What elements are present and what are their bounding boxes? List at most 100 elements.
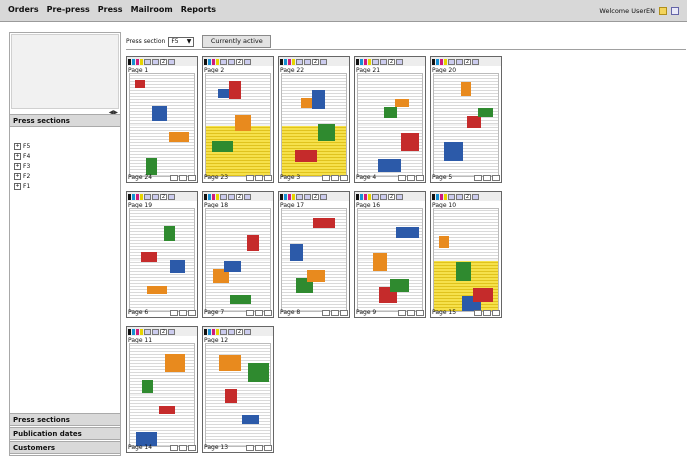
info-icon[interactable] (144, 328, 151, 335)
menu-press[interactable]: Press (98, 5, 123, 14)
expand-icon[interactable]: + (14, 182, 21, 190)
page-thumbnail[interactable] (433, 73, 499, 177)
color-icon[interactable] (228, 58, 235, 65)
page-thumbnail[interactable] (205, 208, 271, 312)
status-box (483, 175, 491, 181)
page-card[interactable]: 2 Page 18 Page 7 (202, 191, 274, 318)
color-icon[interactable] (304, 193, 311, 200)
tree-item-f3[interactable]: + F3 (14, 161, 30, 171)
approve-icon[interactable] (472, 193, 479, 200)
approve-icon[interactable] (244, 328, 251, 335)
cyan-plate-icon (360, 58, 363, 65)
thumbnail-image-block (170, 260, 185, 273)
publication-dates-header[interactable]: Publication dates (10, 427, 120, 440)
black-plate-icon (280, 193, 283, 200)
color-icon[interactable] (456, 193, 463, 200)
status-boxes (322, 175, 348, 181)
press-sections-footer[interactable]: Press sections (10, 413, 120, 426)
page-card[interactable]: 2 Page 17 Page 8 (278, 191, 350, 318)
thumbnail-top-half (206, 209, 270, 259)
magenta-plate-icon (212, 58, 215, 65)
page-thumbnail[interactable] (357, 208, 423, 312)
approve-icon[interactable] (168, 328, 175, 335)
expand-icon[interactable]: + (14, 162, 21, 170)
menu-prepress[interactable]: Pre-press (47, 5, 90, 14)
approve-icon[interactable] (244, 193, 251, 200)
color-icon[interactable] (456, 58, 463, 65)
color-icon[interactable] (152, 58, 159, 65)
status-boxes (246, 310, 272, 316)
info-icon[interactable] (144, 58, 151, 65)
status-box (188, 310, 196, 316)
page-card[interactable]: 2 Page 22 Page 3 (278, 56, 350, 183)
info-icon[interactable] (448, 193, 455, 200)
page-card[interactable]: 2 Page 11 Page 14 (126, 326, 198, 453)
expand-icon[interactable]: + (14, 172, 21, 180)
color-icon[interactable] (380, 193, 387, 200)
color-icon[interactable] (228, 193, 235, 200)
info-icon[interactable] (220, 58, 227, 65)
tree-item-f4[interactable]: + F4 (14, 151, 30, 161)
color-icon[interactable] (228, 328, 235, 335)
page-thumbnail[interactable] (433, 208, 499, 312)
page-thumbnail[interactable] (129, 208, 195, 312)
approve-icon[interactable] (168, 58, 175, 65)
approve-icon[interactable] (244, 58, 251, 65)
approve-icon[interactable] (320, 58, 327, 65)
page-label-bottom: Page 14 (128, 444, 153, 451)
page-card[interactable]: 2 Page 1 Page 24 (126, 56, 198, 183)
info-icon[interactable] (296, 193, 303, 200)
status-box (474, 175, 482, 181)
page-thumbnail[interactable] (281, 73, 347, 177)
expand-icon[interactable]: + (14, 142, 21, 150)
color-icon[interactable] (304, 58, 311, 65)
status-box (474, 310, 482, 316)
tree-item-f5[interactable]: + F5 (14, 141, 30, 151)
page-thumbnail[interactable] (357, 73, 423, 177)
black-plate-icon (204, 193, 207, 200)
approve-icon[interactable] (472, 58, 479, 65)
status-boxes (322, 310, 348, 316)
menu-reports[interactable]: Reports (181, 5, 216, 14)
menu-mailroom[interactable]: Mailroom (131, 5, 173, 14)
tree-item-f2[interactable]: + F2 (14, 171, 30, 181)
page-thumbnail[interactable] (129, 343, 195, 447)
page-thumbnail[interactable] (205, 73, 271, 177)
approve-icon[interactable] (168, 193, 175, 200)
press-sections-header[interactable]: Press sections (10, 114, 120, 127)
page-thumbnail[interactable] (281, 208, 347, 312)
press-section-select[interactable]: F5 ▼ (168, 36, 195, 47)
page-thumbnail[interactable] (129, 73, 195, 177)
color-icon[interactable] (380, 58, 387, 65)
page-thumbnail[interactable] (205, 343, 271, 447)
page-card[interactable]: 2 Page 16 Page 9 (354, 191, 426, 318)
info-icon[interactable] (372, 58, 379, 65)
page-card[interactable]: 2 Page 21 Page 4 (354, 56, 426, 183)
expand-icon[interactable]: + (14, 152, 21, 160)
page-card[interactable]: 2 Page 10 Page 15 (430, 191, 502, 318)
copy-count: 2 (236, 58, 243, 65)
approve-icon[interactable] (320, 193, 327, 200)
approve-icon[interactable] (396, 58, 403, 65)
info-icon[interactable] (296, 58, 303, 65)
page-card[interactable]: 2 Page 2 Page 23 (202, 56, 274, 183)
thumbnail-image-block (142, 380, 153, 393)
currently-active-button[interactable]: Currently active (202, 35, 272, 48)
color-icon[interactable] (152, 193, 159, 200)
page-card[interactable]: 2 Page 20 Page 5 (430, 56, 502, 183)
customers-header[interactable]: Customers (10, 441, 120, 454)
info-icon[interactable] (220, 193, 227, 200)
page-card[interactable]: 2 Page 19 Page 6 (126, 191, 198, 318)
color-icon[interactable] (152, 328, 159, 335)
info-icon[interactable] (144, 193, 151, 200)
info-icon[interactable] (372, 193, 379, 200)
page-card[interactable]: 2 Page 12 Page 13 (202, 326, 274, 453)
approve-icon[interactable] (396, 193, 403, 200)
thumbnail-image-block (290, 244, 303, 261)
menu-orders[interactable]: Orders (8, 5, 39, 14)
tree-item-f1[interactable]: + F1 (14, 181, 30, 191)
help-icon[interactable] (671, 7, 679, 15)
lock-icon[interactable] (659, 7, 667, 15)
info-icon[interactable] (448, 58, 455, 65)
info-icon[interactable] (220, 328, 227, 335)
